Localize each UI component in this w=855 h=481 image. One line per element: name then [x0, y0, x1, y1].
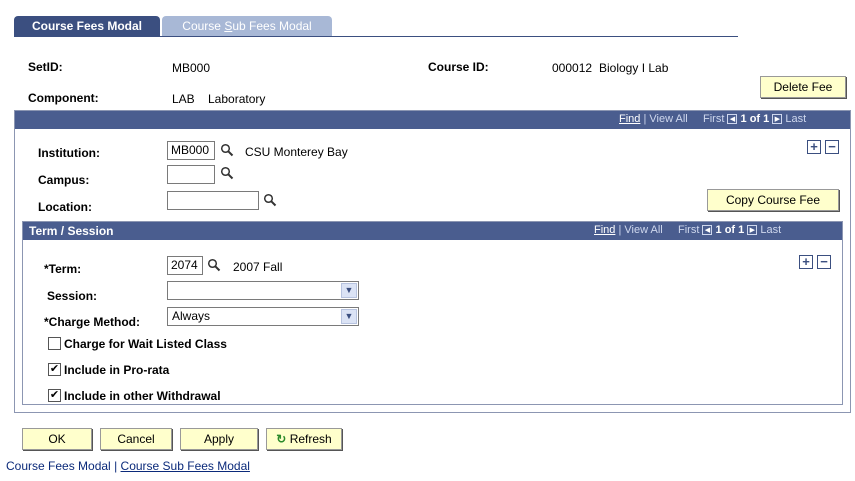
setid-value: MB000	[172, 61, 211, 75]
term-session-header: Term / Session Find | View All First ◀ 1…	[23, 222, 842, 240]
term-label: *Term:	[44, 262, 82, 276]
add-row-icon[interactable]: +	[807, 140, 821, 154]
other-withdrawal-checkbox[interactable]: ✔	[48, 389, 61, 402]
campus-input[interactable]	[167, 165, 215, 184]
last-label: Last	[760, 224, 782, 236]
course-sub-fees-modal-link[interactable]: Course Sub Fees Modal	[121, 459, 250, 473]
prev-icon[interactable]: ◀	[727, 114, 738, 125]
first-label: First	[678, 224, 700, 236]
outer-nav-band: Find | View All First ◀ 1 of 1 ▶ Last	[15, 111, 850, 129]
institution-desc: CSU Monterey Bay	[245, 145, 348, 159]
wait-listed-checkbox[interactable]	[48, 337, 61, 350]
charge-method-label: *Charge Method:	[44, 315, 140, 329]
term-session-title: Term / Session	[29, 224, 114, 238]
copy-course-fee-button[interactable]: Copy Course Fee	[707, 189, 839, 211]
campus-label: Campus:	[38, 173, 90, 187]
delete-row-icon[interactable]: −	[817, 255, 831, 269]
institution-lookup-icon[interactable]	[220, 143, 234, 157]
term-lookup-icon[interactable]	[207, 258, 221, 272]
other-withdrawal-label: Include in other Withdrawal	[64, 389, 221, 403]
session-select[interactable]: ▼	[167, 281, 359, 300]
delete-fee-button[interactable]: Delete Fee	[760, 76, 846, 98]
pro-rata-checkbox[interactable]: ✔	[48, 363, 61, 376]
refresh-label: Refresh	[289, 432, 332, 446]
institution-label: Institution:	[38, 146, 100, 160]
nav-separator: |	[643, 113, 647, 125]
bottom-page-links: Course Fees Modal | Course Sub Fees Moda…	[6, 459, 250, 473]
refresh-icon: ↻	[276, 432, 287, 446]
component-label: Component:	[28, 91, 99, 105]
term-desc: 2007 Fall	[233, 260, 283, 274]
next-icon[interactable]: ▶	[747, 225, 758, 236]
wait-listed-label: Charge for Wait Listed Class	[64, 337, 227, 351]
tab-course-sub-fees-modal[interactable]: Course Sub Fees Modal	[162, 16, 332, 36]
pro-rata-label: Include in Pro-rata	[64, 363, 170, 377]
setid-label: SetID:	[28, 60, 63, 74]
tab-course-fees-modal[interactable]: Course Fees Modal	[14, 16, 160, 36]
campus-lookup-icon[interactable]	[220, 166, 234, 180]
term-session-scroll-area	[22, 221, 843, 405]
tab-label-prefix: Course	[182, 19, 225, 33]
course-name: Biology I Lab	[599, 61, 669, 75]
term-input[interactable]: 2074	[167, 256, 203, 275]
institution-input[interactable]: MB000	[167, 141, 215, 160]
add-row-icon[interactable]: +	[799, 255, 813, 269]
apply-button[interactable]: Apply	[180, 428, 258, 450]
location-label: Location:	[38, 200, 92, 214]
cancel-button[interactable]: Cancel	[100, 428, 172, 450]
component-desc: Laboratory	[208, 92, 266, 106]
component-value: LAB	[172, 92, 195, 106]
last-label: Last	[785, 113, 807, 125]
find-link[interactable]: Find	[619, 113, 640, 125]
row-count: 1 of 1	[740, 113, 770, 125]
charge-method-value: Always	[172, 309, 211, 323]
ok-button[interactable]: OK	[22, 428, 92, 450]
link-separator: |	[114, 459, 118, 473]
course-fees-modal-link[interactable]: Course Fees Modal	[6, 459, 111, 473]
course-id-label: Course ID:	[428, 60, 489, 74]
find-link[interactable]: Find	[594, 224, 615, 236]
view-all-link[interactable]: View All	[624, 224, 662, 236]
refresh-button[interactable]: ↻ Refresh	[266, 428, 342, 450]
term-session-nav: Find | View All First ◀ 1 of 1 ▶ Last	[594, 224, 781, 236]
outer-nav: Find | View All First ◀ 1 of 1 ▶ Last	[619, 113, 806, 125]
location-lookup-icon[interactable]	[263, 193, 277, 207]
prev-icon[interactable]: ◀	[702, 225, 713, 236]
row-count: 1 of 1	[715, 224, 745, 236]
charge-method-select[interactable]: Always ▼	[167, 307, 359, 326]
session-label: Session:	[47, 289, 98, 303]
next-icon[interactable]: ▶	[772, 114, 783, 125]
tab-label-suffix: ub Fees Modal	[232, 19, 312, 33]
view-all-link[interactable]: View All	[649, 113, 687, 125]
tab-underline	[14, 36, 738, 37]
first-label: First	[703, 113, 725, 125]
nav-separator: |	[618, 224, 622, 236]
delete-row-icon[interactable]: −	[825, 140, 839, 154]
chevron-down-icon[interactable]: ▼	[341, 309, 357, 324]
chevron-down-icon[interactable]: ▼	[341, 283, 357, 298]
course-id-value: 000012	[552, 61, 593, 75]
location-input[interactable]	[167, 191, 259, 210]
